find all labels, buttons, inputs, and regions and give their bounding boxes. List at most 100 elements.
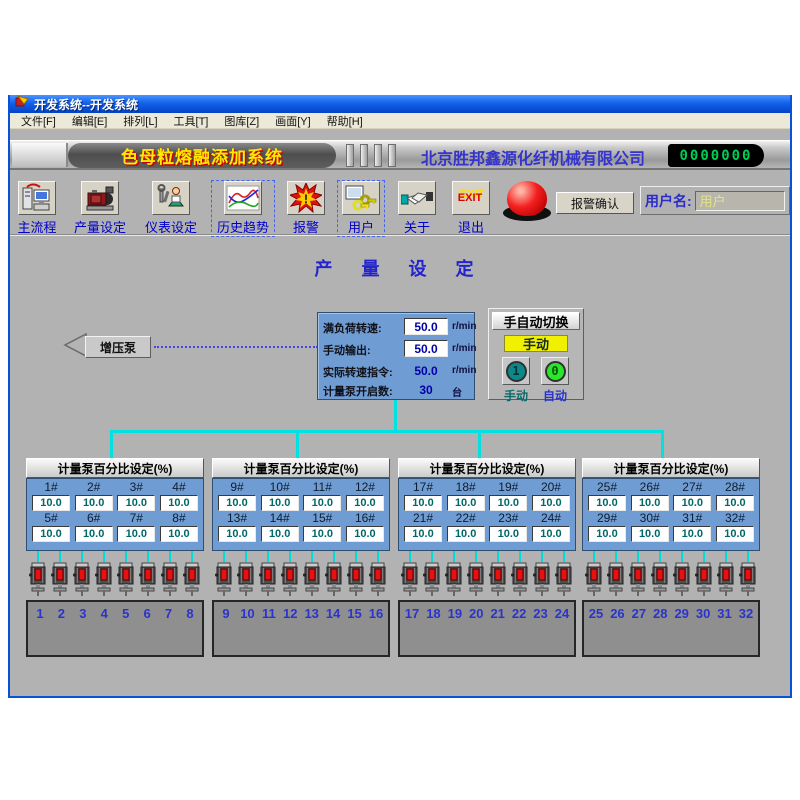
pump-7[interactable]: [161, 551, 179, 596]
pump-percent-input-2#[interactable]: 10.0: [75, 495, 113, 511]
pump-19[interactable]: [445, 551, 463, 596]
pump-link-line: [223, 551, 225, 562]
pump-4[interactable]: [95, 551, 113, 596]
group-settings-table: 17#18#19#20#10.010.010.010.021#22#23#24#…: [398, 478, 576, 551]
full-load-speed-input[interactable]: 50.0: [404, 318, 448, 335]
booster-pump-button[interactable]: 增压泵: [62, 334, 151, 360]
pump-percent-input-30#[interactable]: 10.0: [631, 526, 669, 542]
title-bar[interactable]: 开发系统--开发系统: [10, 95, 790, 113]
pump-28[interactable]: [651, 551, 669, 596]
pump-27[interactable]: [629, 551, 647, 596]
pump-percent-input-11#[interactable]: 10.0: [303, 495, 341, 511]
pump-icon: [651, 562, 669, 596]
pump-17[interactable]: [401, 551, 419, 596]
pump-percent-input-13#[interactable]: 10.0: [218, 526, 256, 542]
pump-link-line: [267, 551, 269, 562]
menu-edit[interactable]: 编辑[E]: [64, 112, 115, 130]
pump-26[interactable]: [607, 551, 625, 596]
pump-percent-input-29#[interactable]: 10.0: [588, 526, 626, 542]
pump-percent-input-8#[interactable]: 10.0: [160, 526, 198, 542]
toolbar-button-history-trend[interactable]: 历史趋势: [211, 180, 275, 237]
auto-mode-button[interactable]: 0: [541, 357, 569, 385]
pump-percent-input-28#[interactable]: 10.0: [716, 495, 754, 511]
pump-number: 14: [324, 606, 342, 621]
pump-3[interactable]: [73, 551, 91, 596]
pump-percent-input-3#[interactable]: 10.0: [117, 495, 155, 511]
pump-percent-input-17#[interactable]: 10.0: [404, 495, 442, 511]
pump-percent-input-25#[interactable]: 10.0: [588, 495, 626, 511]
pump-percent-input-7#[interactable]: 10.0: [117, 526, 155, 542]
pump-6[interactable]: [139, 551, 157, 596]
pump-link-line: [497, 551, 499, 562]
manual-mode-button[interactable]: 1: [502, 357, 530, 385]
pump-14[interactable]: [325, 551, 343, 596]
pump-percent-input-9#[interactable]: 10.0: [218, 495, 256, 511]
toolbar-button-user-keys[interactable]: 用户: [337, 180, 385, 237]
pump-id-label: 32#: [716, 511, 754, 526]
username-field[interactable]: 用户: [695, 191, 785, 211]
menu-file[interactable]: 文件[F]: [13, 112, 64, 130]
pump-percent-input-12#[interactable]: 10.0: [346, 495, 384, 511]
pump-2[interactable]: [51, 551, 69, 596]
group-settings-table: 25#26#27#28#10.010.010.010.029#30#31#32#…: [582, 478, 760, 551]
toolbar-button-handshake[interactable]: 关于: [394, 180, 440, 237]
pump-percent-input-5#[interactable]: 10.0: [32, 526, 70, 542]
toolbar-button-alarm-burst[interactable]: !报警: [284, 180, 328, 237]
pump-9[interactable]: [215, 551, 233, 596]
pump-percent-input-27#[interactable]: 10.0: [673, 495, 711, 511]
pump-percent-input-23#[interactable]: 10.0: [489, 526, 527, 542]
pump-25[interactable]: [585, 551, 603, 596]
pump-24[interactable]: [555, 551, 573, 596]
pump-20[interactable]: [467, 551, 485, 596]
pump-15[interactable]: [347, 551, 365, 596]
pump-link-line: [311, 551, 313, 562]
pump-percent-input-26#[interactable]: 10.0: [631, 495, 669, 511]
pump-percent-input-4#[interactable]: 10.0: [160, 495, 198, 511]
pump-percent-input-22#[interactable]: 10.0: [447, 526, 485, 542]
pump-23[interactable]: [533, 551, 551, 596]
pump-percent-input-32#[interactable]: 10.0: [716, 526, 754, 542]
pump-12[interactable]: [281, 551, 299, 596]
pump-5[interactable]: [117, 551, 135, 596]
pump-percent-input-18#[interactable]: 10.0: [447, 495, 485, 511]
pump-percent-input-16#[interactable]: 10.0: [346, 526, 384, 542]
pump-percent-input-6#[interactable]: 10.0: [75, 526, 113, 542]
menu-tools[interactable]: 工具[T]: [166, 112, 217, 130]
manual-auto-switch-panel: 手自动切换 手动 1 0 手动 自动: [488, 308, 584, 400]
toolbar-button-instrument-setting[interactable]: 仪表设定: [140, 180, 202, 237]
pump-percent-input-24#[interactable]: 10.0: [532, 526, 570, 542]
pump-percent-input-20#[interactable]: 10.0: [532, 495, 570, 511]
pump-22[interactable]: [511, 551, 529, 596]
toolbar-button-exit[interactable]: EXITEXIT退出: [449, 180, 493, 237]
pump-29[interactable]: [673, 551, 691, 596]
manual-output-input[interactable]: 50.0: [404, 340, 448, 357]
actual-speed-value: 50.0: [404, 364, 448, 378]
pump-21[interactable]: [489, 551, 507, 596]
pump-18[interactable]: [423, 551, 441, 596]
toolbar-button-output-setting[interactable]: 产量设定: [69, 180, 131, 237]
pump-percent-input-10#[interactable]: 10.0: [261, 495, 299, 511]
booster-pump-label: 增压泵: [85, 336, 151, 358]
toolbar-button-main-flow[interactable]: 主流程: [14, 180, 60, 237]
pump-8[interactable]: [183, 551, 201, 596]
menu-arrange[interactable]: 排列[L]: [115, 112, 165, 130]
menu-help[interactable]: 帮助[H]: [319, 112, 371, 130]
pump-percent-input-21#[interactable]: 10.0: [404, 526, 442, 542]
pump-percent-input-31#[interactable]: 10.0: [673, 526, 711, 542]
pump-percent-input-14#[interactable]: 10.0: [261, 526, 299, 542]
pump-10[interactable]: [237, 551, 255, 596]
pump-1[interactable]: [29, 551, 47, 596]
pump-31[interactable]: [717, 551, 735, 596]
menu-gallery[interactable]: 图库[Z]: [216, 112, 267, 130]
pump-32[interactable]: [739, 551, 757, 596]
pump-11[interactable]: [259, 551, 277, 596]
pump-id-label: 3#: [117, 480, 155, 495]
pump-13[interactable]: [303, 551, 321, 596]
pump-percent-input-19#[interactable]: 10.0: [489, 495, 527, 511]
pump-percent-input-1#[interactable]: 10.0: [32, 495, 70, 511]
pump-percent-input-15#[interactable]: 10.0: [303, 526, 341, 542]
pump-16[interactable]: [369, 551, 387, 596]
pump-30[interactable]: [695, 551, 713, 596]
alarm-confirm-button[interactable]: 报警确认: [556, 192, 634, 214]
menu-screen[interactable]: 画面[Y]: [267, 112, 318, 130]
